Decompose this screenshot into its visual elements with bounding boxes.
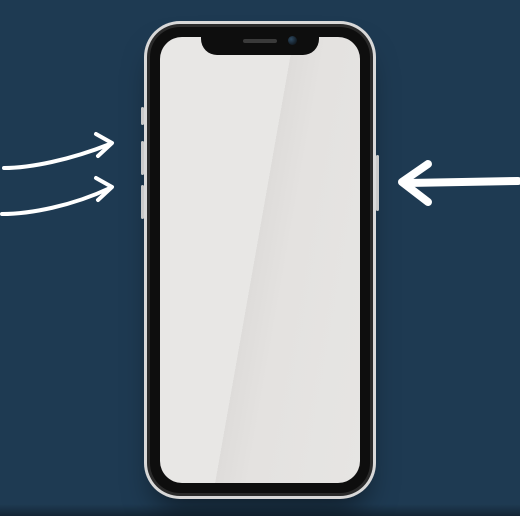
bottom-shadow <box>0 504 520 516</box>
phone-bezel <box>150 27 370 493</box>
phone-screen <box>160 37 360 483</box>
side-power-button[interactable] <box>376 155 379 211</box>
volume-down-button[interactable] <box>141 185 144 219</box>
silence-switch[interactable] <box>141 107 144 125</box>
camera-icon <box>288 36 297 45</box>
volume-up-button[interactable] <box>141 141 144 175</box>
speaker-icon <box>243 39 277 43</box>
phone-device <box>144 21 376 499</box>
phone-notch <box>201 27 319 55</box>
arrow-to-volume-down-icon <box>0 162 130 220</box>
arrow-to-power-icon <box>390 158 520 208</box>
phone-frame <box>147 24 373 496</box>
